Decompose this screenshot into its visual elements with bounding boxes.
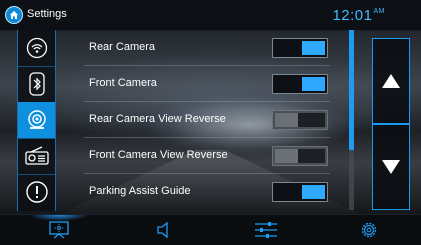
toggle-track [298, 113, 325, 127]
sidebar-item-radio[interactable] [18, 138, 55, 175]
toggle-knob [302, 185, 325, 199]
settings-list: Rear Camera Front Camera Rear Camera Vie… [54, 30, 344, 211]
clock-time: 12:01 [332, 7, 373, 24]
setting-row-rear-camera: Rear Camera [54, 30, 344, 66]
setting-row-front-camera: Front Camera [54, 66, 344, 102]
sidebar-item-alert[interactable] [18, 174, 55, 210]
page-title: Settings [27, 8, 67, 20]
sidebar-item-wifi[interactable] [18, 30, 55, 67]
toggle-knob [302, 77, 325, 91]
camera-icon [27, 110, 46, 129]
sidebar [17, 30, 56, 211]
toggle-knob [302, 41, 325, 55]
alert-icon [25, 181, 48, 203]
bottom-tab-settings[interactable] [339, 215, 399, 245]
equalizer-icon [255, 222, 277, 238]
toggle-knob [275, 149, 298, 163]
wifi-icon [26, 37, 47, 59]
parking-assist-guide-toggle[interactable] [272, 182, 328, 202]
volume-icon [157, 221, 168, 239]
scroll-up-button[interactable] [372, 38, 410, 124]
down-arrow-icon [382, 160, 400, 174]
up-arrow-icon [382, 74, 400, 88]
setting-label: Front Camera [89, 77, 157, 89]
bluetooth-icon [28, 72, 45, 96]
setting-row-rear-camera-view-reverse: Rear Camera View Reverse [54, 102, 344, 138]
bottom-tab-volume[interactable] [134, 215, 194, 245]
setting-label: Rear Camera View Reverse [89, 113, 226, 125]
clock-ampm: AM [373, 8, 385, 15]
sidebar-item-camera[interactable] [18, 102, 55, 139]
rear-camera-view-reverse-toggle[interactable] [272, 110, 328, 130]
top-bar: Settings 12:01AM [0, 0, 421, 31]
setting-label: Parking Assist Guide [89, 185, 191, 197]
home-icon [9, 11, 19, 19]
gear-icon [361, 222, 377, 238]
rear-camera-toggle[interactable] [272, 38, 328, 58]
home-button[interactable] [5, 6, 23, 24]
setting-row-parking-assist-guide: Parking Assist Guide [54, 174, 344, 210]
front-camera-view-reverse-toggle[interactable] [272, 146, 328, 166]
scrollbar-thumb[interactable] [349, 30, 354, 150]
setting-label: Front Camera View Reverse [89, 149, 228, 161]
display-icon [49, 221, 69, 239]
toggle-knob [275, 113, 298, 127]
setting-row-front-camera-view-reverse: Front Camera View Reverse [54, 138, 344, 174]
clock: 12:01AM [332, 7, 385, 24]
bottom-bar [0, 214, 421, 245]
toggle-track [298, 149, 325, 163]
scrollbar[interactable] [349, 30, 354, 210]
front-camera-toggle[interactable] [272, 74, 328, 94]
scroll-down-button[interactable] [372, 124, 410, 210]
sidebar-item-bluetooth[interactable] [18, 66, 55, 103]
bottom-tab-equalizer[interactable] [236, 215, 296, 245]
radio-icon [24, 146, 49, 165]
setting-label: Rear Camera [89, 41, 156, 53]
bottom-tab-display[interactable] [29, 215, 89, 245]
